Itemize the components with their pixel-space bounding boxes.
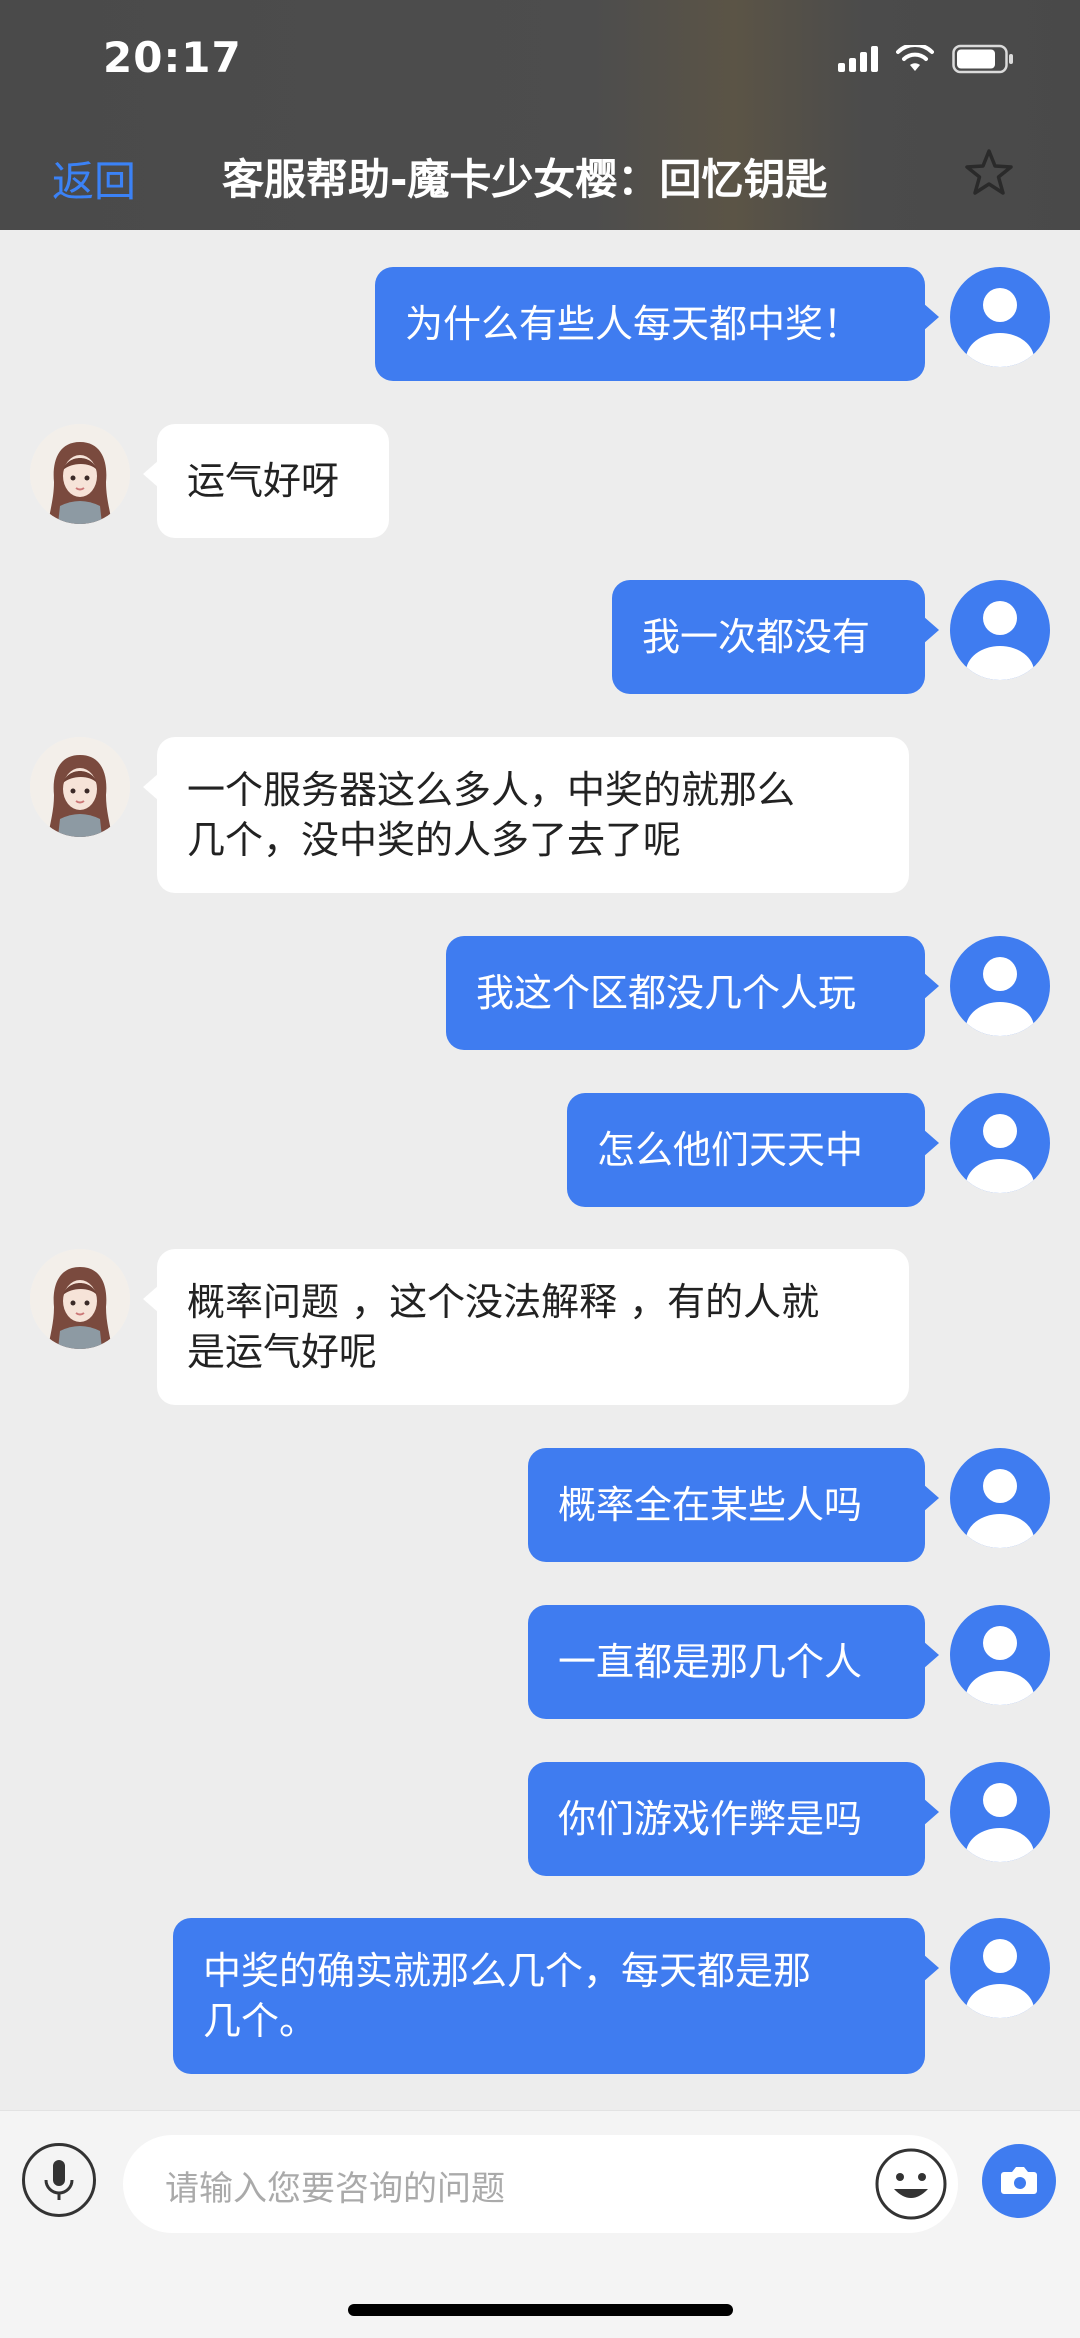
microphone-icon	[44, 2160, 74, 2200]
back-button[interactable]: 返回	[52, 148, 136, 209]
user-avatar-icon	[950, 1448, 1050, 1548]
message-text-line: 中奖的确实就那么几个，每天都是那	[203, 1949, 812, 1993]
message-text: 为什么有些人每天都中奖！	[405, 302, 862, 346]
user-avatar-icon	[950, 1762, 1050, 1862]
message-text-line: 是运气好呢	[187, 1330, 378, 1374]
user-message-bubble: 怎么他们天天中	[567, 1093, 939, 1207]
user-message-bubble: 为什么有些人每天都中奖！	[375, 267, 939, 381]
star-icon[interactable]	[962, 146, 1016, 200]
status-icons	[838, 44, 1014, 74]
signal-icon	[838, 46, 878, 72]
wifi-icon	[896, 45, 934, 71]
message-text-line: 一个服务器这么多人，中奖的就那么	[187, 768, 796, 812]
bot-avatar	[30, 737, 130, 837]
user-message-bubble: 一直都是那几个人	[528, 1605, 939, 1719]
message-text: 我一次都没有	[642, 615, 871, 659]
battery-icon	[952, 44, 1013, 74]
bot-message-bubble: 一个服务器这么多人，中奖的就那么 几个，没中奖的人多了去了呢	[143, 737, 909, 893]
emoji-icon[interactable]	[874, 2147, 948, 2221]
message-text-line: 几个。	[203, 1999, 318, 2043]
question-input[interactable]: 请输入您要咨询的问题	[123, 2135, 958, 2233]
user-message-bubble: 你们游戏作弊是吗	[528, 1762, 939, 1876]
microphone-button[interactable]	[22, 2143, 96, 2217]
user-avatar-icon	[950, 936, 1050, 1036]
user-message-bubble: 概率全在某些人吗	[528, 1448, 939, 1562]
user-message-bubble: 中奖的确实就那么几个，每天都是那 几个。	[173, 1918, 939, 2074]
user-avatar-icon	[950, 267, 1050, 367]
message-text: 怎么他们天天中	[597, 1128, 864, 1172]
input-placeholder: 请输入您要咨询的问题	[165, 2169, 505, 2209]
chat-thread: 为什么有些人每天都中奖！ 运气好呀 我一次都没有 一个服务器这么多人，中奖的就那…	[0, 230, 1080, 2110]
camera-button[interactable]	[982, 2144, 1056, 2218]
message-text-line: 几个，没中奖的人多了去了呢	[187, 818, 682, 862]
home-indicator[interactable]	[348, 2304, 733, 2316]
message-text: 运气好呀	[187, 459, 340, 503]
user-avatar-icon	[950, 1605, 1050, 1705]
user-avatar-icon	[950, 1918, 1050, 2018]
bot-message-bubble: 运气好呀	[143, 424, 389, 538]
camera-icon	[1001, 2167, 1037, 2194]
page-title: 客服帮助-魔卡少女樱：回忆钥匙	[222, 155, 828, 204]
user-message-bubble: 我这个区都没几个人玩	[446, 936, 939, 1050]
bot-avatar	[30, 1249, 130, 1349]
user-avatar-icon	[950, 580, 1050, 680]
status-time: 20:17	[103, 33, 242, 82]
bot-avatar	[30, 424, 130, 524]
message-text: 我这个区都没几个人玩	[476, 971, 857, 1015]
user-avatar-icon	[950, 1093, 1050, 1193]
top-bar: 20:17 返回 客服帮助-魔卡少女樱：回忆钥匙	[0, 0, 1080, 230]
message-text: 概率全在某些人吗	[558, 1483, 863, 1527]
user-message-bubble: 我一次都没有	[612, 580, 939, 694]
message-text: 你们游戏作弊是吗	[558, 1797, 863, 1841]
message-text: 一直都是那几个人	[558, 1640, 863, 1684]
bot-message-bubble: 概率问题 ，这个没法解释 ，有的人就 是运气好呢	[143, 1249, 909, 1405]
message-text-line: 概率问题 ，这个没法解释 ，有的人就	[187, 1280, 820, 1324]
